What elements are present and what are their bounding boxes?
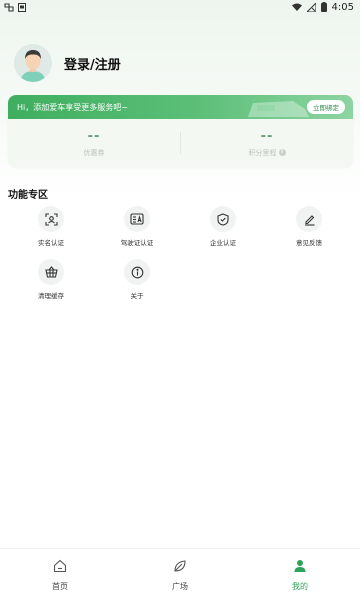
member-card: Hi，添加爱车享受更多服务吧~ 立即绑定 -- 优惠券 -- 积分里程 i [8,95,353,167]
nav-home[interactable]: 首页 [0,558,120,592]
features-grid: 实名认证 驾驶证认证 企业认证 意见反馈 清理缓存 关于 [8,206,352,300]
nav-label: 我的 [292,581,308,591]
bind-now-button[interactable]: 立即绑定 [307,100,345,114]
face-scan-icon [38,206,64,232]
coupon-label: 优惠券 [83,148,105,157]
status-bar: 4:05 [0,0,360,14]
wifi-icon [291,3,302,11]
status-right: 4:05 [291,1,354,13]
status-left [4,2,26,12]
person-icon [293,558,307,577]
feature-label: 企业认证 [210,239,236,247]
info-icon [124,259,150,285]
feature-label: 清理缓存 [38,292,64,300]
car-illustration-icon [248,101,309,117]
card-stats: -- 优惠券 -- 积分里程 i [8,119,353,167]
login-register-link[interactable]: 登录/注册 [64,54,121,73]
banner-text: Hi，添加爱车享受更多服务吧~ [17,102,128,112]
shield-check-icon [210,206,236,232]
coupon-value: -- [87,128,101,144]
nav-mine[interactable]: 我的 [240,558,360,592]
nav-label: 广场 [172,581,188,591]
notification-bug-icon [4,2,14,12]
feature-label: 驾驶证认证 [120,239,154,247]
app-notification-icon [18,2,26,12]
nav-label: 首页 [52,581,68,591]
feature-label: 实名认证 [38,239,64,247]
feature-label: 关于 [130,292,144,300]
feature-about[interactable]: 关于 [94,259,180,300]
nav-square[interactable]: 广场 [120,558,240,592]
points-label: 积分里程 [248,148,277,157]
license-card-icon [124,206,150,232]
sim-no-signal-icon [306,2,316,12]
feature-clear-cache[interactable]: 清理缓存 [8,259,94,300]
leaf-icon [173,558,187,577]
points-label-row: 积分里程 i [249,148,286,158]
features-title: 功能专区 [8,190,48,201]
add-car-banner[interactable]: Hi，添加爱车享受更多服务吧~ 立即绑定 [8,95,353,119]
status-time: 4:05 [331,1,354,13]
feature-realname-auth[interactable]: 实名认证 [8,206,94,247]
feature-license-auth[interactable]: 驾驶证认证 [94,206,180,247]
feature-label: 意见反馈 [296,239,322,247]
battery-icon [320,2,327,12]
feature-enterprise-auth[interactable]: 企业认证 [180,206,266,247]
bottom-navigation: 首页 广场 我的 [0,548,360,600]
points-mileage-stat[interactable]: -- 积分里程 i [181,119,353,167]
avatar[interactable] [14,44,52,82]
edit-pen-icon [296,206,322,232]
info-icon[interactable]: i [278,149,286,156]
coupon-stat[interactable]: -- 优惠券 [8,119,180,167]
profile-login[interactable]: 登录/注册 [14,44,121,82]
basket-icon [38,259,64,285]
feature-feedback[interactable]: 意见反馈 [266,206,352,247]
points-value: -- [260,128,274,144]
home-icon [53,558,67,577]
